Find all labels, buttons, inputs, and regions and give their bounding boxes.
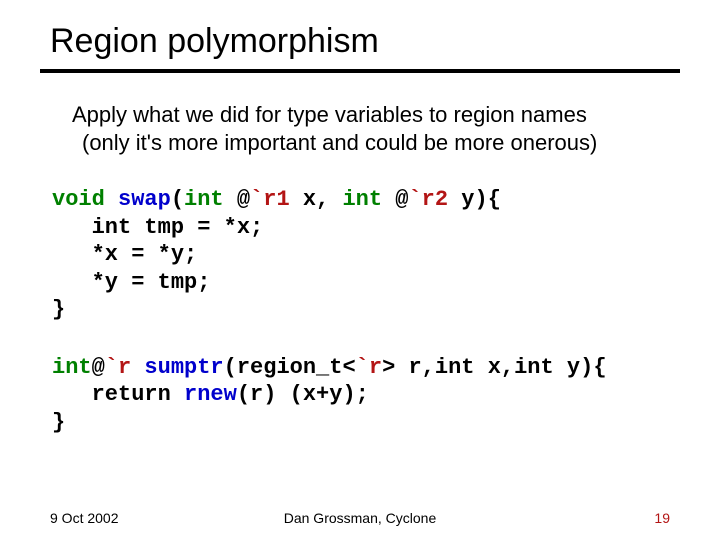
fn-rnew: rnew (184, 382, 237, 407)
code1-l2: int tmp = *x; (52, 215, 263, 240)
code1-l5: } (52, 297, 65, 322)
fn-sumptr: sumptr (144, 355, 223, 380)
region-t: region_t< (237, 355, 356, 380)
at-ret: @ (92, 355, 105, 380)
at-2: @ (382, 187, 408, 212)
footer-page: 19 (654, 510, 670, 526)
kw-int-2: int (342, 187, 382, 212)
code-block-2: int@`r sumptr(region_t<`r> r,int x,int y… (0, 324, 720, 437)
body-line-2: (only it's more important and could be m… (72, 129, 680, 157)
code1-l4: *y = tmp; (52, 270, 210, 295)
code2-l2a: return (52, 382, 184, 407)
fn-swap: swap (118, 187, 171, 212)
region-r-ret: `r (105, 355, 131, 380)
body-text: Apply what we did for type variables to … (0, 73, 720, 156)
kw-int-1: int (184, 187, 224, 212)
code-block-1: void swap(int @`r1 x, int @`r2 y){ int t… (0, 156, 720, 324)
open-paren: ( (224, 355, 237, 380)
x-decl: x, (290, 187, 343, 212)
region-r-param: `r (356, 355, 382, 380)
code2-l2b: (r) (x+y); (237, 382, 369, 407)
region-r1: `r1 (250, 187, 290, 212)
slide: Region polymorphism Apply what we did fo… (0, 0, 720, 540)
body-line-1: Apply what we did for type variables to … (72, 101, 680, 129)
slide-title: Region polymorphism (0, 0, 720, 69)
y-decl: y){ (448, 187, 501, 212)
code1-l3: *x = *y; (52, 242, 197, 267)
kw-void: void (52, 187, 105, 212)
region-r2: `r2 (408, 187, 448, 212)
code2-l3: } (52, 410, 65, 435)
at-1: @ (224, 187, 250, 212)
kw-int-ret: int (52, 355, 92, 380)
after-region: > r,int x,int y){ (382, 355, 606, 380)
footer-center: Dan Grossman, Cyclone (0, 510, 720, 526)
sig-open: ( (171, 187, 184, 212)
space (131, 355, 144, 380)
